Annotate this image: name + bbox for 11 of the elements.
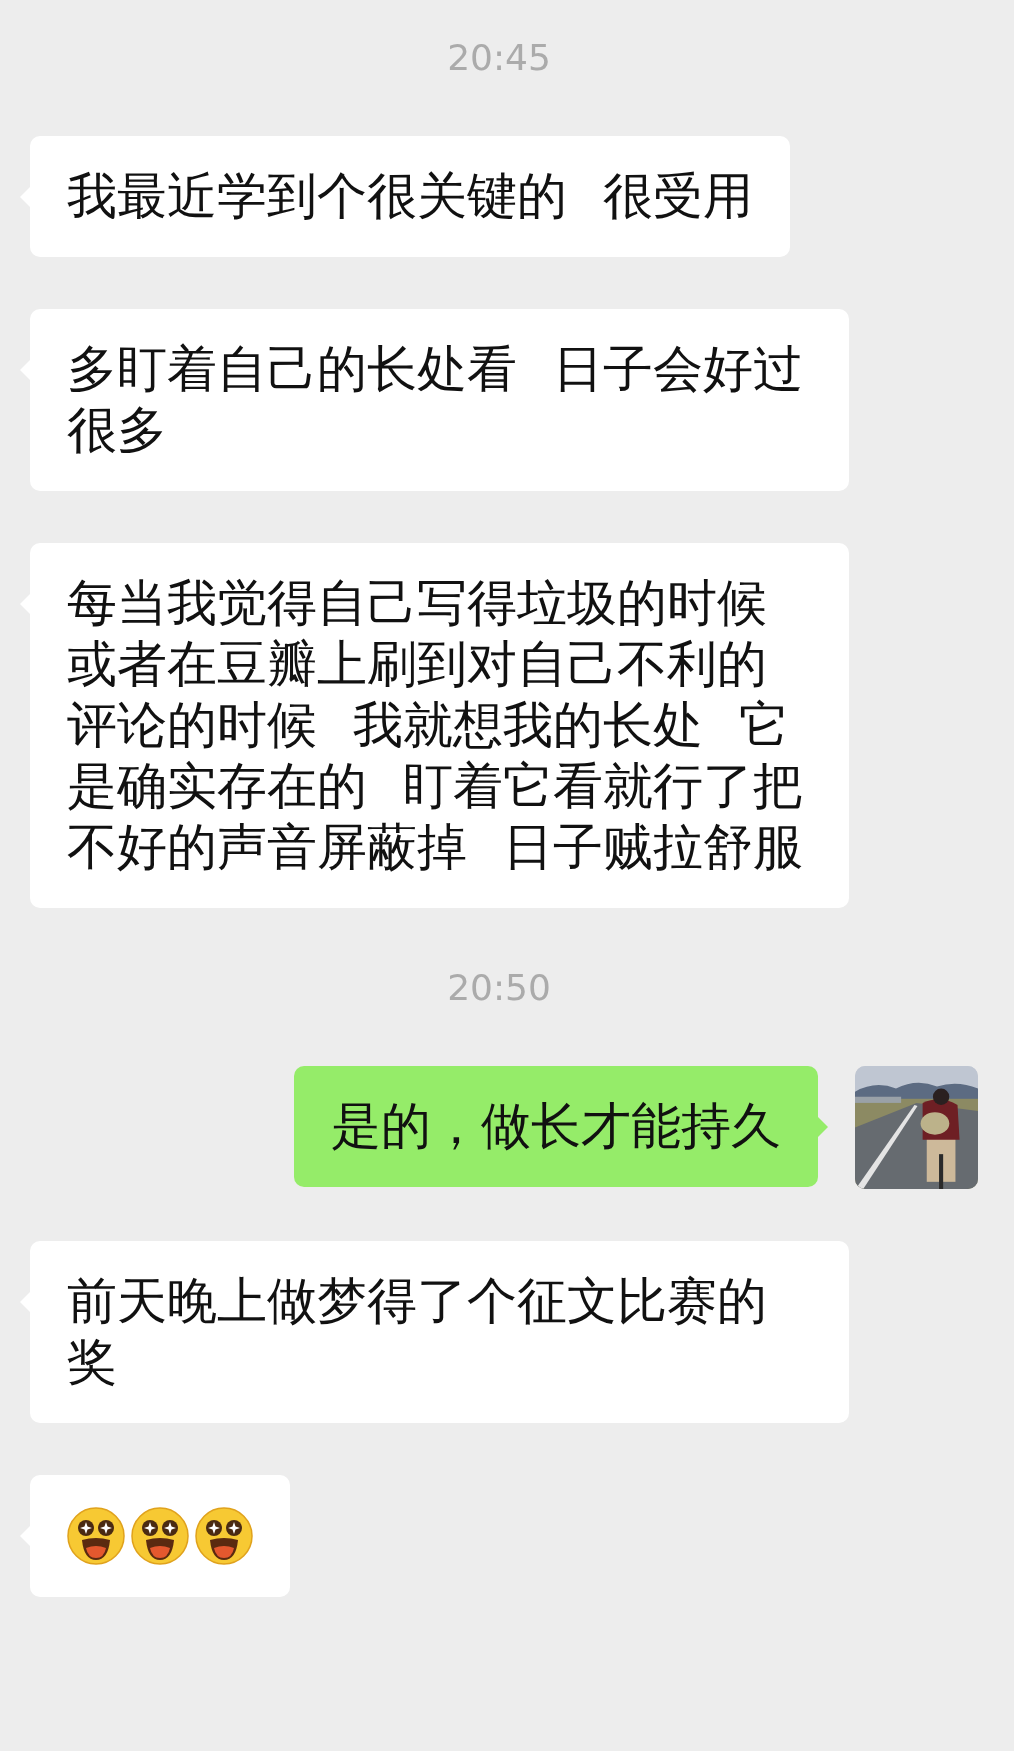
message-bubble: 前天晚上做梦得了个征文比赛的奖 [30, 1241, 849, 1423]
star-eyes-emoji-icon [130, 1506, 190, 1566]
star-eyes-emoji-icon [194, 1506, 254, 1566]
message-bubble: 我最近学到个很关键的 很受用 [30, 136, 790, 257]
star-eyes-emoji-icon [66, 1506, 126, 1566]
message-bubble: 多盯着自己的长处看 日子会好过很多 [30, 309, 849, 491]
timestamp: 20:45 [446, 38, 552, 78]
message-bubble: 是的，做长才能持久 [294, 1066, 818, 1187]
timestamp: 20:50 [446, 968, 552, 1008]
bubble-tail [818, 1117, 828, 1137]
message-bubble: 每当我觉得自己写得垃圾的时候或者在豆瓣上刷到对自己不利的评论的时候 我就想我的长处 它是确实存在的 盯着它看就行了把不好的声音屏蔽掉 日子贼拉舒服 [30, 543, 849, 908]
